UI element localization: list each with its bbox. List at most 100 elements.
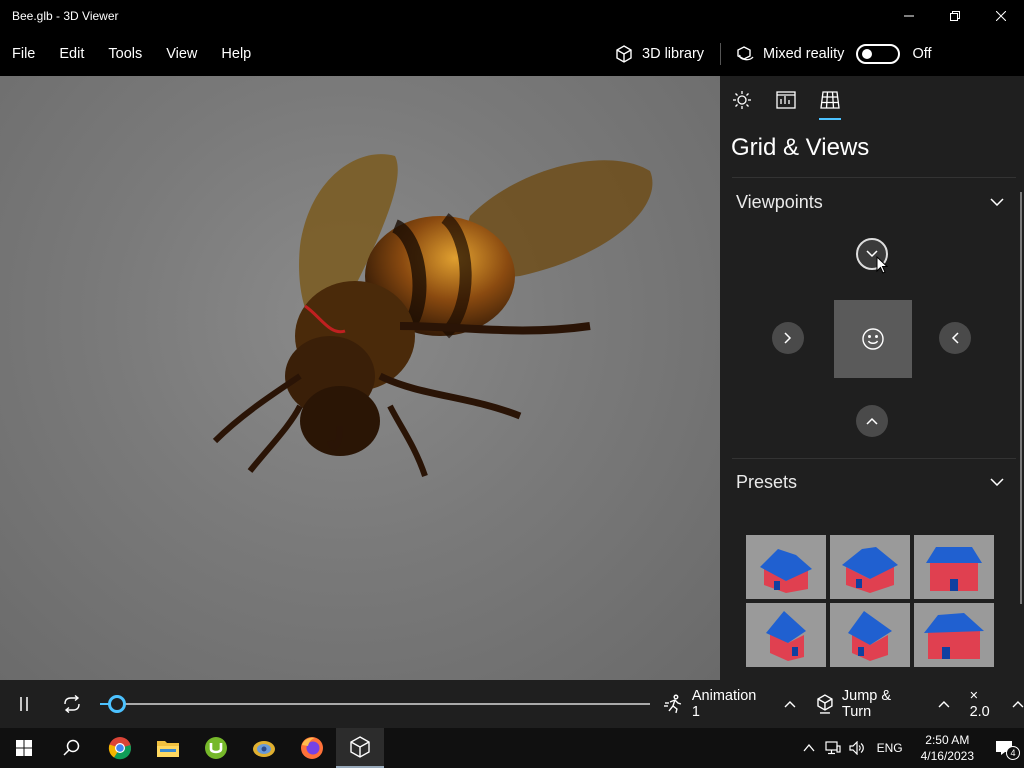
- input-language[interactable]: ENG: [869, 741, 911, 755]
- taskbar-file-explorer[interactable]: [144, 728, 192, 768]
- minimize-button[interactable]: [886, 0, 932, 32]
- tab-stats[interactable]: [775, 90, 797, 120]
- search-icon: [63, 739, 80, 756]
- pause-icon: [20, 697, 28, 711]
- house-preset-icon: [926, 547, 982, 591]
- animation-bar: Animation 1 Jump & Turn × 2.0: [0, 680, 1024, 728]
- view-left-button[interactable]: [772, 322, 804, 354]
- 3d-viewport[interactable]: [0, 76, 720, 680]
- panel-tabs: [720, 76, 1024, 122]
- house-preset-icon: [766, 611, 806, 661]
- show-hidden-icons-button[interactable]: [797, 728, 821, 768]
- chevron-down-icon: [990, 478, 1004, 486]
- mixed-reality-button[interactable]: Mixed reality: [735, 44, 844, 64]
- close-icon: [996, 11, 1006, 21]
- clock[interactable]: 2:50 AM 4/16/2023: [911, 732, 984, 764]
- chevron-up-icon: [803, 744, 815, 752]
- title-bar: Bee.glb - 3D Viewer: [0, 0, 1024, 32]
- menu-file[interactable]: File: [0, 32, 47, 76]
- search-button[interactable]: [48, 728, 96, 768]
- menu-separator: [720, 43, 722, 65]
- grid-icon: [820, 91, 840, 109]
- menu-edit[interactable]: Edit: [47, 32, 96, 76]
- preset-view-1[interactable]: [746, 535, 826, 599]
- motion-mode-select[interactable]: Jump & Turn: [816, 688, 950, 720]
- taskbar-chrome[interactable]: [96, 728, 144, 768]
- firefox-icon: [301, 737, 323, 759]
- running-figure-icon: [664, 694, 682, 714]
- 3d-library-button[interactable]: 3D library: [614, 44, 704, 64]
- preset-view-4[interactable]: [746, 603, 826, 667]
- windows-logo-icon: [16, 740, 32, 756]
- window-title: Bee.glb - 3D Viewer: [12, 9, 119, 23]
- taskbar: ENG 2:50 AM 4/16/2023 4: [0, 728, 1024, 768]
- side-panel: Grid & Views Viewpoints Presets: [720, 76, 1024, 680]
- house-preset-icon: [848, 611, 892, 661]
- presets-header[interactable]: Presets: [720, 458, 1024, 506]
- animation-timeline-slider[interactable]: [100, 695, 650, 713]
- cube-library-icon: [616, 45, 632, 63]
- tab-grid[interactable]: [819, 90, 841, 120]
- view-bottom-button[interactable]: [856, 405, 888, 437]
- speaker-icon: [848, 741, 864, 755]
- chevron-left-icon: [951, 332, 959, 344]
- start-button[interactable]: [0, 728, 48, 768]
- network-icon: [824, 741, 841, 755]
- chrome-icon: [108, 737, 132, 760]
- stats-icon: [776, 91, 796, 109]
- chevron-up-icon: [1012, 701, 1024, 708]
- loop-button[interactable]: [48, 680, 96, 728]
- speed-select[interactable]: × 2.0: [970, 688, 1024, 720]
- taskbar-3d-viewer[interactable]: [336, 728, 384, 768]
- preset-view-6[interactable]: [914, 603, 994, 667]
- volume-button[interactable]: [845, 728, 869, 768]
- chevron-up-icon: [866, 417, 878, 425]
- preset-view-5[interactable]: [830, 603, 910, 667]
- 3d-library-label: 3D library: [642, 46, 705, 62]
- preset-view-3[interactable]: [914, 535, 994, 599]
- tab-lighting[interactable]: [731, 90, 753, 120]
- viewpoints-header[interactable]: Viewpoints: [720, 178, 1024, 226]
- mixed-reality-toggle[interactable]: [856, 44, 901, 64]
- mixed-reality-label: Mixed reality: [763, 46, 845, 62]
- motion-mode-name: Jump & Turn: [841, 688, 892, 720]
- panel-scrollbar[interactable]: [1020, 192, 1022, 604]
- clock-date: 4/16/2023: [920, 749, 974, 763]
- bee-model: [212, 154, 653, 477]
- restore-icon: [950, 11, 960, 21]
- utorrent-icon: [205, 737, 227, 759]
- view-right-button[interactable]: [939, 322, 971, 354]
- animation-select[interactable]: Animation 1: [664, 688, 796, 720]
- house-preset-icon: [842, 547, 898, 593]
- folder-icon: [157, 741, 179, 757]
- clock-time: 2:50 AM: [925, 733, 970, 747]
- viewpoints-controls: [720, 236, 1024, 456]
- restore-button[interactable]: [932, 0, 978, 32]
- house-preset-icon: [924, 613, 984, 659]
- preset-view-2[interactable]: [830, 535, 910, 599]
- menu-view[interactable]: View: [154, 32, 209, 76]
- timeline-thumb[interactable]: [108, 695, 126, 713]
- view-front-button[interactable]: [834, 300, 912, 378]
- chevron-right-icon: [784, 332, 792, 344]
- close-button[interactable]: [978, 0, 1024, 32]
- menu-help[interactable]: Help: [209, 32, 263, 76]
- menu-bar: File Edit Tools View Help 3D library Mix…: [0, 32, 1024, 76]
- pause-button[interactable]: [0, 680, 48, 728]
- app-tool-icon: [253, 741, 275, 757]
- chevron-up-icon: [784, 701, 796, 708]
- section-divider: [732, 177, 1016, 178]
- mixed-reality-icon: [737, 46, 754, 61]
- toggle-state-label: Off: [912, 46, 932, 62]
- taskbar-app-tool[interactable]: [240, 728, 288, 768]
- taskbar-firefox[interactable]: [288, 728, 336, 768]
- presets-label: Presets: [736, 471, 798, 492]
- panel-title: Grid & Views: [731, 134, 870, 161]
- notifications-button[interactable]: 4: [984, 728, 1024, 768]
- smiley-face-icon: [862, 328, 884, 350]
- network-button[interactable]: [821, 728, 845, 768]
- chevron-up-icon: [938, 701, 950, 708]
- animation-name: Animation 1: [691, 688, 757, 720]
- menu-tools[interactable]: Tools: [96, 32, 154, 76]
- taskbar-utorrent[interactable]: [192, 728, 240, 768]
